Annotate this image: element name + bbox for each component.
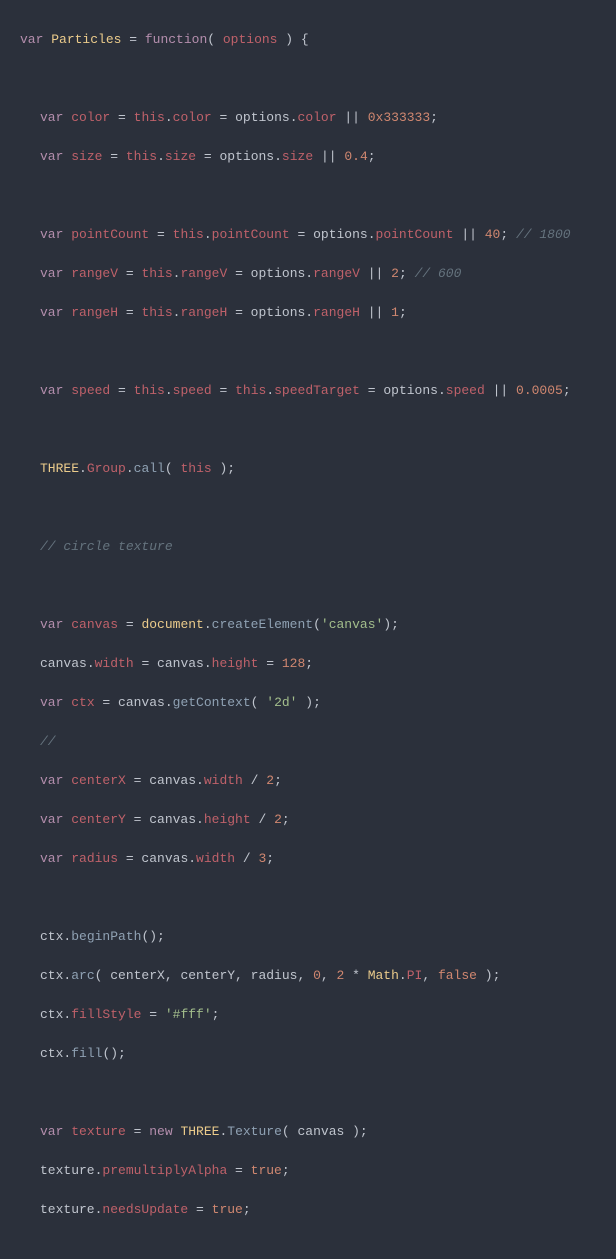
code-line: var pointCount = this.pointCount = optio… [0, 225, 616, 245]
blank-line [0, 69, 616, 89]
code-line: ctx.beginPath(); [0, 927, 616, 947]
code-line: THREE.Group.call( this ); [0, 459, 616, 479]
code-line: texture.needsUpdate = true; [0, 1200, 616, 1220]
param: options [223, 32, 278, 47]
blank-line [0, 186, 616, 206]
code-line: var Particles = function( options ) { [0, 30, 616, 50]
keyword-var: var [20, 32, 43, 47]
blank-line [0, 576, 616, 596]
code-line: // [0, 732, 616, 752]
blank-line [0, 888, 616, 908]
code-line: var texture = new THREE.Texture( canvas … [0, 1122, 616, 1142]
code-line: var rangeV = this.rangeV = options.range… [0, 264, 616, 284]
code-line: texture.premultiplyAlpha = true; [0, 1161, 616, 1181]
comment: // 1800 [516, 227, 571, 242]
code-line: ctx.arc( centerX, centerY, radius, 0, 2 … [0, 966, 616, 986]
code-line: var size = this.size = options.size || 0… [0, 147, 616, 167]
code-line: var centerY = canvas.height / 2; [0, 810, 616, 830]
comment: // [40, 734, 56, 749]
blank-line [0, 1083, 616, 1103]
code-line: // circle texture [0, 537, 616, 557]
code-line: var radius = canvas.width / 3; [0, 849, 616, 869]
blank-line [0, 420, 616, 440]
function-name: Particles [51, 32, 121, 47]
code-line: ctx.fillStyle = '#fff'; [0, 1005, 616, 1025]
code-line: var color = this.color = options.color |… [0, 108, 616, 128]
code-line: canvas.width = canvas.height = 128; [0, 654, 616, 674]
code-line: var speed = this.speed = this.speedTarge… [0, 381, 616, 401]
code-line: ctx.fill(); [0, 1044, 616, 1064]
comment: // circle texture [40, 539, 173, 554]
comment: // 600 [415, 266, 462, 281]
code-line: var rangeH = this.rangeH = options.range… [0, 303, 616, 323]
code-line: var centerX = canvas.width / 2; [0, 771, 616, 791]
blank-line [0, 498, 616, 518]
blank-line [0, 342, 616, 362]
code-line: var canvas = document.createElement('can… [0, 615, 616, 635]
keyword-function: function [145, 32, 207, 47]
code-line: var ctx = canvas.getContext( '2d' ); [0, 693, 616, 713]
code-block: var Particles = function( options ) { va… [0, 0, 616, 1259]
